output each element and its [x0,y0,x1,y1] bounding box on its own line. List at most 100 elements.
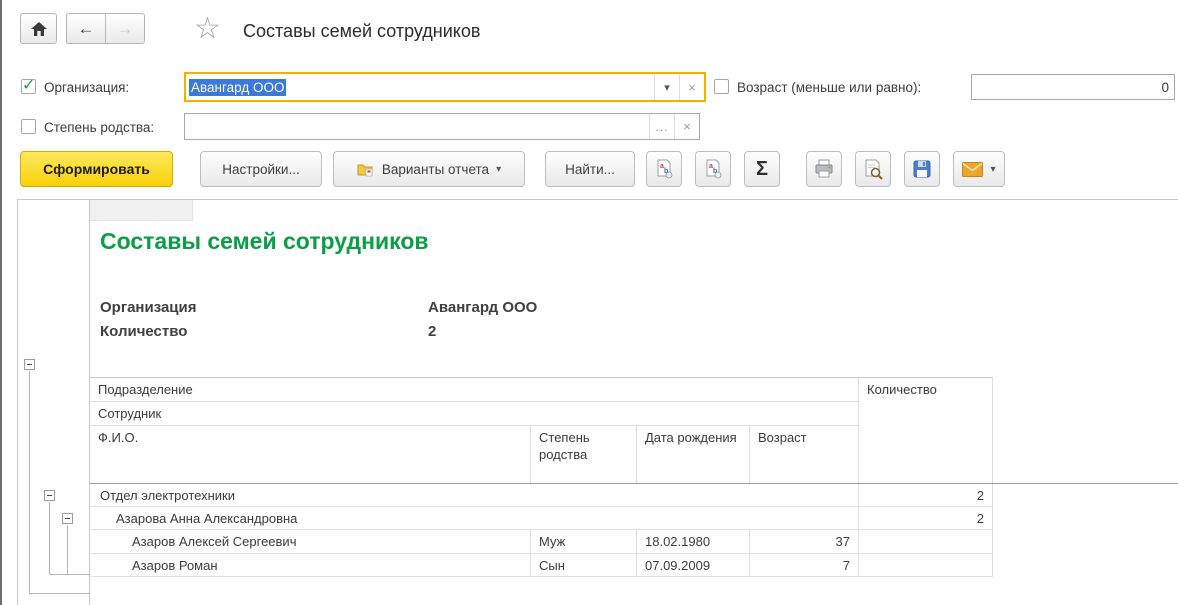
kinship-label: Степень родства: [44,120,154,135]
row-member-kinship: Сын [531,554,637,577]
kinship-clear-button[interactable]: × [674,114,699,139]
document-letters-icon: a b [703,159,723,179]
back-arrow-icon: ← [78,20,95,37]
organization-field-text[interactable]: Авангард ООО [186,74,654,100]
age-input[interactable] [972,75,1174,99]
age-field-wrap [971,74,1175,100]
collapse-groupings-button[interactable]: a b [695,151,731,187]
header-kinship-label: Степень родства [539,429,628,463]
find-button-label: Найти... [565,162,615,177]
tree-line-level1 [29,371,30,593]
save-button[interactable] [904,151,940,187]
row-group-employee: Азарова Анна Александровна [90,507,859,530]
window-left-border [0,0,2,605]
header-employee: Сотрудник [90,402,859,426]
header-department-label: Подразделение [98,381,193,398]
header-age: Возраст [750,426,859,483]
preview-button[interactable] [855,151,891,187]
clear-icon: × [688,80,696,95]
row-member-age: 7 [750,554,859,577]
chevron-down-icon: ▾ [496,164,501,175]
sigma-icon: Σ [756,158,768,181]
row-member-age: 37 [750,530,859,554]
age-label: Возраст (меньше или равно): [737,80,921,95]
cell-member-age: 7 [843,558,850,573]
floppy-disk-icon [912,159,932,179]
report-org-value: Авангард ООО [428,299,537,316]
header-birthdate-label: Дата рождения [645,429,737,446]
spreadsheet-corner-cell [90,200,193,221]
find-button[interactable]: Найти... [545,151,635,187]
tree-connector-level1 [29,593,90,594]
cell-member-kinship: Муж [539,534,565,549]
organization-selected-text: Авангард ООО [189,79,286,96]
row-member-name: Азаров Роман [90,554,531,577]
row-group-department-count: 2 [859,484,993,507]
folder-icon [357,162,374,177]
organization-checkbox[interactable]: ✓ [21,79,36,94]
header-count: Количество [859,378,993,483]
cell-member-name: Азаров Алексей Сергеевич [132,534,296,549]
favorite-star-button[interactable]: ☆ [194,14,221,44]
report-variants-button[interactable]: Варианты отчета ▾ [333,151,525,187]
back-button[interactable]: ← [66,13,106,44]
send-email-button[interactable]: ▾ [953,151,1005,187]
generate-button[interactable]: Сформировать [20,151,173,187]
cell-member-birthdate: 18.02.1980 [645,534,710,549]
report-variants-label: Варианты отчета [382,162,489,177]
row-member-birthdate: 18.02.1980 [637,530,750,554]
organization-label: Организация: [44,80,129,95]
generate-button-label: Сформировать [43,161,150,177]
cell-employee-name: Азарова Анна Александровна [116,511,297,526]
report-count-label: Количество [100,323,187,340]
tree-line-level3 [67,525,68,574]
chevron-down-icon: ▾ [990,164,995,175]
cell-member-name: Азаров Роман [132,558,218,573]
expand-groupings-button[interactable]: a b [646,151,682,187]
header-employee-label: Сотрудник [98,405,161,422]
settings-button[interactable]: Настройки... [200,151,322,187]
row-member-count-empty [859,530,993,554]
forward-button[interactable]: → [105,13,145,44]
organization-combo-field[interactable]: Авангард ООО ▾ × [184,72,706,102]
report-org-label: Организация [100,299,197,316]
header-count-label: Количество [867,381,937,398]
kinship-input[interactable] [185,114,649,139]
page-title: Составы семей сотрудников [243,21,480,42]
header-fio-label: Ф.И.О. [98,429,138,446]
cell-member-birthdate: 07.09.2009 [645,558,710,573]
grouping-panel-left-border [17,199,18,605]
clear-icon: × [683,119,691,134]
row-group-employee-count: 2 [859,507,993,530]
cell-member-kinship: Сын [539,558,565,573]
row-member-birthdate: 07.09.2009 [637,554,750,577]
collapse-group-icon-level3[interactable] [62,513,73,524]
header-kinship: Степень родства [531,426,637,483]
document-letters-icon: a b [654,159,674,179]
home-icon [30,21,48,37]
row-member-count-empty [859,554,993,577]
collapse-group-icon-level2[interactable] [44,490,55,501]
collapse-group-icon-level1[interactable] [24,359,35,370]
organization-dropdown-button[interactable]: ▾ [654,74,679,100]
kinship-checkbox[interactable] [21,119,36,134]
cell-department-name: Отдел электротехники [100,488,235,503]
chevron-down-icon: ▾ [664,81,670,94]
age-checkbox[interactable] [714,79,729,94]
cell-member-age: 37 [836,534,850,549]
sum-button[interactable]: Σ [744,151,780,187]
row-member-name: Азаров Алексей Сергеевич [90,530,531,554]
print-button[interactable] [806,151,842,187]
ellipsis-icon: ... [655,120,668,134]
header-age-label: Возраст [758,429,807,446]
kinship-select-button[interactable]: ... [649,114,674,139]
header-fio: Ф.И.О. [90,426,531,483]
envelope-icon [962,162,983,177]
row-group-department: Отдел электротехники [90,484,859,507]
organization-clear-button[interactable]: × [679,74,704,100]
kinship-field-wrap: ... × [184,113,700,140]
cell-department-count: 2 [977,488,984,503]
home-button[interactable] [20,13,57,44]
printer-icon [813,159,835,179]
preview-magnifier-icon [862,159,884,180]
